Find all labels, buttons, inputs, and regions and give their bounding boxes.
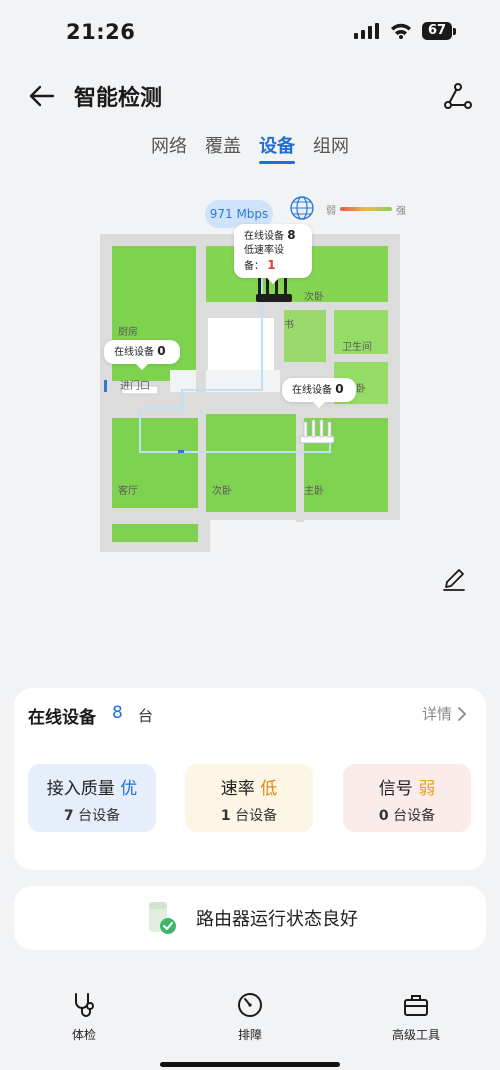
home-indicator[interactable] bbox=[160, 1062, 340, 1067]
online-devices-count: 8 bbox=[112, 703, 123, 723]
floor-plan-map[interactable]: 971 Mbps 弱 强 在线设备 8 低速率设备： 1 在线设备 0 在线设备… bbox=[0, 190, 500, 570]
router-status-text: 路由器运行状态良好 bbox=[196, 909, 358, 930]
nav-advanced-tools[interactable]: 高级工具 bbox=[376, 990, 456, 1043]
details-label: 详情 bbox=[421, 705, 452, 723]
nav-label: 高级工具 bbox=[391, 1028, 440, 1042]
details-link[interactable]: 详情 bbox=[422, 703, 468, 724]
bedroom-node-bubble[interactable]: 在线设备 0 bbox=[282, 378, 356, 408]
bottom-nav: 体检 排障 高级工具 bbox=[0, 990, 500, 1050]
tab-bar: 网络 覆盖 设备 组网 bbox=[0, 130, 500, 170]
tab-devices[interactable]: 设备 bbox=[259, 130, 295, 164]
tab-mesh[interactable]: 组网 bbox=[313, 130, 349, 164]
back-arrow-icon[interactable] bbox=[26, 80, 58, 112]
router-status-card[interactable]: 路由器运行状态良好 bbox=[14, 886, 486, 950]
router-ok-icon bbox=[149, 902, 176, 934]
battery-icon: 67 bbox=[422, 22, 456, 40]
room-study bbox=[284, 302, 328, 362]
status-bar: 21:26 67 bbox=[0, 0, 500, 64]
room-label-bedroom-3: 次卧 bbox=[212, 486, 232, 497]
edit-pencil-icon[interactable] bbox=[440, 565, 468, 593]
stethoscope-icon bbox=[75, 993, 94, 1017]
metric-unit: 台设备 bbox=[78, 808, 121, 824]
room-label-master: 主卧 bbox=[304, 486, 324, 497]
room-label-kitchen: 厨房 bbox=[118, 327, 138, 338]
header: 智能检测 bbox=[0, 72, 500, 120]
metric-signal[interactable]: 信号 弱 0 台设备 bbox=[343, 764, 471, 832]
metric-label: 信号 bbox=[378, 779, 413, 799]
main-router-bubble[interactable]: 在线设备 8 低速率设备： 1 bbox=[234, 224, 312, 284]
entrance-node-bubble[interactable]: 在线设备 0 bbox=[104, 340, 180, 370]
nav-checkup[interactable]: 体检 bbox=[44, 990, 124, 1043]
nav-label: 排障 bbox=[237, 1028, 262, 1042]
toolbox-icon bbox=[404, 995, 428, 1016]
room-label-bathroom: 卫生间 bbox=[342, 342, 372, 353]
metric-count: 1 bbox=[220, 808, 231, 824]
room-master bbox=[304, 418, 388, 512]
metric-grade: 弱 bbox=[418, 779, 436, 799]
online-devices-title: 在线设备 bbox=[28, 708, 96, 728]
metric-label: 接入质量 bbox=[46, 779, 115, 799]
room-label-living: 客厅 bbox=[118, 486, 138, 497]
metric-grade: 低 bbox=[260, 779, 278, 799]
metric-count: 0 bbox=[378, 808, 389, 824]
internet-globe-icon bbox=[290, 196, 314, 220]
gauge-icon bbox=[238, 993, 262, 1017]
battery-level: 67 bbox=[422, 22, 452, 40]
metric-speed[interactable]: 速率 低 1 台设备 bbox=[185, 764, 313, 832]
metric-count: 7 bbox=[63, 808, 74, 824]
nav-label: 体检 bbox=[71, 1028, 96, 1042]
tab-coverage[interactable]: 覆盖 bbox=[205, 130, 241, 164]
room-label-bedroom-2: 次卧 bbox=[304, 292, 324, 303]
legend-strong-label: 强 bbox=[396, 206, 406, 217]
status-time: 21:26 bbox=[66, 20, 136, 44]
signal-legend-bar bbox=[340, 207, 392, 211]
online-devices-card: 在线设备 8 台 详情 接入质量 优 7 台设备 速率 低 1 台设备 信号 弱… bbox=[14, 688, 486, 870]
room-label-study: 书 bbox=[284, 320, 294, 331]
online-devices-unit: 台 bbox=[138, 707, 154, 725]
status-icons: 67 bbox=[354, 22, 456, 40]
room-balcony bbox=[112, 524, 198, 542]
page-title: 智能检测 bbox=[74, 86, 163, 111]
metric-label: 速率 bbox=[220, 779, 255, 799]
metric-unit: 台设备 bbox=[393, 808, 436, 824]
topology-icon[interactable] bbox=[442, 80, 474, 112]
room-label-entrance: 进门口 bbox=[120, 381, 150, 392]
metric-access-quality[interactable]: 接入质量 优 7 台设备 bbox=[28, 764, 156, 832]
legend-weak-label: 弱 bbox=[326, 206, 336, 217]
metric-grade: 优 bbox=[120, 779, 138, 799]
cellular-signal-icon bbox=[354, 23, 379, 39]
wifi-icon bbox=[391, 23, 411, 39]
nav-troubleshoot[interactable]: 排障 bbox=[210, 990, 290, 1043]
room-label-small: 卧 bbox=[356, 384, 366, 395]
chevron-right-icon bbox=[458, 706, 467, 721]
tab-network[interactable]: 网络 bbox=[151, 130, 187, 164]
metric-unit: 台设备 bbox=[235, 808, 278, 824]
